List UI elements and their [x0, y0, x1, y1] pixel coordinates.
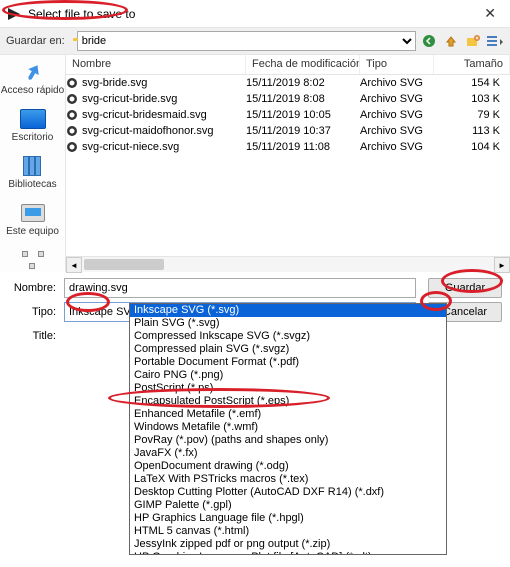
- file-type: Archivo SVG: [360, 77, 434, 89]
- scroll-left-arrow[interactable]: ◄: [66, 257, 82, 273]
- title-label: Title:: [8, 330, 56, 342]
- filetype-option[interactable]: JessyInk zipped pdf or png output (*.zip…: [130, 538, 446, 551]
- file-icon: [66, 93, 78, 105]
- filetype-option[interactable]: GIMP Palette (*.gpl): [130, 499, 446, 512]
- file-date: 15/11/2019 10:37: [246, 125, 360, 137]
- filetype-option[interactable]: Enhanced Metafile (*.emf): [130, 408, 446, 421]
- place-this-pc[interactable]: Este equipo: [0, 200, 65, 237]
- file-list: svg-bride.svg 15/11/2019 8:02 Archivo SV…: [66, 75, 510, 256]
- file-name: svg-bride.svg: [82, 77, 147, 89]
- filename-input[interactable]: [64, 278, 416, 298]
- col-date[interactable]: Fecha de modificación: [246, 55, 360, 74]
- filetype-option[interactable]: Compressed plain SVG (*.svgz): [130, 343, 446, 356]
- file-row[interactable]: svg-cricut-bride.svg 15/11/2019 8:08 Arc…: [66, 91, 510, 107]
- file-row[interactable]: svg-cricut-maidofhonor.svg 15/11/2019 10…: [66, 123, 510, 139]
- filetype-option[interactable]: HP Graphics Language Plot file [AutoCAD]…: [130, 551, 446, 555]
- file-name: svg-cricut-bride.svg: [82, 93, 177, 105]
- place-label: Este equipo: [0, 226, 65, 237]
- filetype-option[interactable]: PostScript (*.ps): [130, 382, 446, 395]
- name-label: Nombre:: [8, 282, 56, 294]
- place-label: Escritorio: [0, 132, 65, 143]
- horizontal-scrollbar[interactable]: ◄ ►: [66, 256, 510, 272]
- type-label: Tipo:: [8, 306, 56, 318]
- place-libraries[interactable]: Bibliotecas: [0, 153, 65, 190]
- file-date: 15/11/2019 11:08: [246, 141, 360, 153]
- filetype-option[interactable]: Portable Document Format (*.pdf): [130, 356, 446, 369]
- filetype-dropdown[interactable]: Inkscape SVG (*.svg)Plain SVG (*.svg)Com…: [129, 303, 447, 555]
- filetype-option[interactable]: PovRay (*.pov) (paths and shapes only): [130, 434, 446, 447]
- places-sidebar: Acceso rápido Escritorio Bibliotecas Est…: [0, 55, 66, 272]
- file-name: svg-cricut-niece.svg: [82, 141, 179, 153]
- location-bar: Guardar en: bride: [0, 28, 510, 54]
- file-size: 103 K: [434, 93, 510, 105]
- file-icon: [66, 125, 78, 137]
- file-row[interactable]: svg-bride.svg 15/11/2019 8:02 Archivo SV…: [66, 75, 510, 91]
- file-size: 154 K: [434, 77, 510, 89]
- scroll-track[interactable]: [166, 257, 494, 272]
- col-type[interactable]: Tipo: [360, 55, 434, 74]
- place-label: Acceso rápido: [0, 85, 65, 96]
- filetype-option[interactable]: Inkscape SVG (*.svg): [130, 304, 446, 317]
- file-type: Archivo SVG: [360, 93, 434, 105]
- filetype-option[interactable]: HTML 5 canvas (*.html): [130, 525, 446, 538]
- place-desktop[interactable]: Escritorio: [0, 106, 65, 143]
- file-area: Nombre Fecha de modificación Tipo Tamaño…: [66, 55, 510, 272]
- col-size[interactable]: Tamaño: [434, 55, 510, 74]
- app-icon: [6, 6, 22, 22]
- file-type: Archivo SVG: [360, 109, 434, 121]
- place-label: Bibliotecas: [0, 179, 65, 190]
- filetype-option[interactable]: Cairo PNG (*.png): [130, 369, 446, 382]
- file-row[interactable]: svg-cricut-niece.svg 15/11/2019 11:08 Ar…: [66, 139, 510, 155]
- place-network[interactable]: Red: [0, 247, 65, 272]
- scroll-thumb[interactable]: [84, 259, 164, 270]
- back-button[interactable]: [420, 32, 438, 50]
- close-button[interactable]: ✕: [476, 5, 504, 22]
- dialog-body: Acceso rápido Escritorio Bibliotecas Est…: [0, 54, 510, 272]
- save-in-label: Guardar en:: [6, 35, 65, 47]
- filetype-option[interactable]: Desktop Cutting Plotter (AutoCAD DXF R14…: [130, 486, 446, 499]
- file-type: Archivo SVG: [360, 141, 434, 153]
- save-button[interactable]: Guardar: [428, 278, 502, 298]
- file-date: 15/11/2019 8:08: [246, 93, 360, 105]
- filetype-option[interactable]: Compressed Inkscape SVG (*.svgz): [130, 330, 446, 343]
- title-bar: Select file to save to ✕: [0, 0, 510, 28]
- file-icon: [66, 77, 78, 89]
- filetype-option[interactable]: Plain SVG (*.svg): [130, 317, 446, 330]
- col-name[interactable]: Nombre: [66, 55, 246, 74]
- filetype-option[interactable]: JavaFX (*.fx): [130, 447, 446, 460]
- filetype-option[interactable]: LaTeX With PSTricks macros (*.tex): [130, 473, 446, 486]
- file-icon: [66, 109, 78, 121]
- filetype-option[interactable]: Windows Metafile (*.wmf): [130, 421, 446, 434]
- file-size: 113 K: [434, 125, 510, 137]
- filetype-option[interactable]: HP Graphics Language file (*.hpgl): [130, 512, 446, 525]
- file-type: Archivo SVG: [360, 125, 434, 137]
- filetype-option[interactable]: OpenDocument drawing (*.odg): [130, 460, 446, 473]
- filetype-option[interactable]: Encapsulated PostScript (*.eps): [130, 395, 446, 408]
- file-date: 15/11/2019 10:05: [246, 109, 360, 121]
- up-button[interactable]: [442, 32, 460, 50]
- file-name: svg-cricut-bridesmaid.svg: [82, 109, 207, 121]
- file-size: 104 K: [434, 141, 510, 153]
- view-menu-button[interactable]: [486, 32, 504, 50]
- place-quick-access[interactable]: Acceso rápido: [0, 59, 65, 96]
- file-size: 79 K: [434, 109, 510, 121]
- file-row[interactable]: svg-cricut-bridesmaid.svg 15/11/2019 10:…: [66, 107, 510, 123]
- new-folder-button[interactable]: [464, 32, 482, 50]
- scroll-right-arrow[interactable]: ►: [494, 257, 510, 273]
- file-date: 15/11/2019 8:02: [246, 77, 360, 89]
- window-title: Select file to save to: [28, 7, 476, 21]
- file-name: svg-cricut-maidofhonor.svg: [82, 125, 213, 137]
- file-icon: [66, 141, 78, 153]
- column-headers: Nombre Fecha de modificación Tipo Tamaño: [66, 55, 510, 75]
- folder-select[interactable]: bride: [77, 31, 416, 51]
